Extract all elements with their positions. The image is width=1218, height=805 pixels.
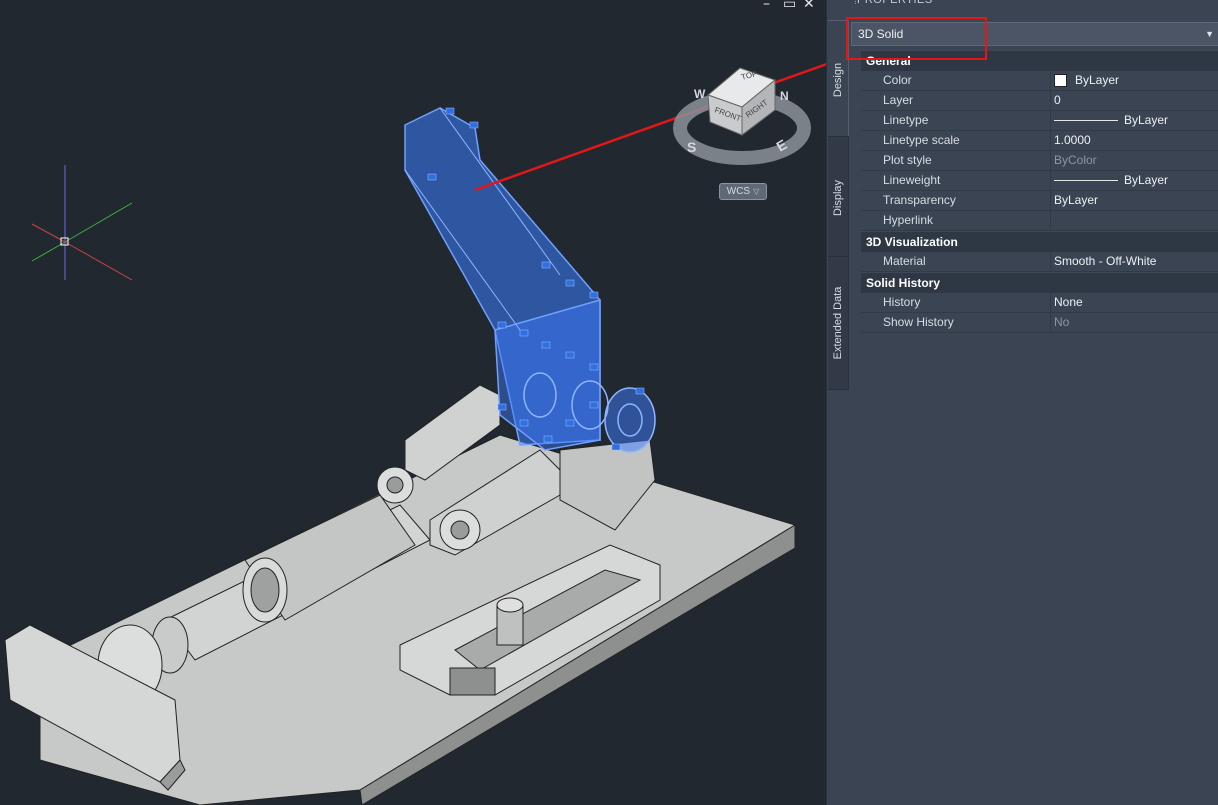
prop-value-color[interactable]: ByLayer: [1051, 71, 1218, 90]
prop-label: Material: [861, 252, 1051, 271]
prop-value-linetype-scale[interactable]: 1.0000: [1051, 131, 1218, 150]
category-3d-visualization[interactable]: 3D Visualization: [861, 231, 1218, 252]
prop-row-transparency[interactable]: Transparency ByLayer: [861, 191, 1218, 211]
compass-north[interactable]: N: [780, 89, 789, 103]
prop-label: Plot style: [861, 151, 1051, 170]
prop-value-transparency[interactable]: ByLayer: [1051, 191, 1218, 210]
dropdown-arrow-icon[interactable]: ▼: [1205, 23, 1214, 45]
prop-value-linetype[interactable]: ByLayer: [1051, 111, 1218, 130]
properties-palette: ⁞ PROPERTIES Design Display Extended Dat…: [826, 0, 1218, 805]
prop-row-lineweight[interactable]: Lineweight ByLayer: [861, 171, 1218, 191]
palette-tabs: Design Display Extended Data: [827, 12, 849, 432]
line-sample-icon: [1054, 180, 1118, 181]
tab-design[interactable]: Design: [828, 20, 849, 140]
prop-value-plot-style: ByColor: [1051, 151, 1218, 170]
color-swatch-icon: [1054, 74, 1067, 87]
prop-row-plot-style[interactable]: Plot style ByColor: [861, 151, 1218, 171]
object-type-value: 3D Solid: [858, 27, 904, 41]
prop-label: History: [861, 293, 1051, 312]
prop-row-material[interactable]: Material Smooth - Off-White: [861, 252, 1218, 272]
tab-display[interactable]: Display: [828, 136, 849, 260]
selected-handle-solid[interactable]: [404, 107, 656, 453]
prop-row-linetype[interactable]: Linetype ByLayer: [861, 111, 1218, 131]
prop-value-lineweight[interactable]: ByLayer: [1051, 171, 1218, 190]
prop-label: Lineweight: [861, 171, 1051, 190]
tab-extended-data[interactable]: Extended Data: [828, 256, 849, 390]
category-solid-history[interactable]: Solid History: [861, 272, 1218, 293]
ucs-icon: [31, 165, 133, 281]
prop-label: Transparency: [861, 191, 1051, 210]
prop-label: Color: [861, 71, 1051, 90]
prop-value-layer[interactable]: 0: [1051, 91, 1218, 110]
prop-value-history[interactable]: None: [1051, 293, 1218, 312]
wcs-label: WCS: [726, 186, 751, 197]
prop-label: Layer: [861, 91, 1051, 110]
prop-label: Show History: [861, 313, 1051, 332]
model-viewport[interactable]: TOP FRONT RIGHT S E W N – ▭ ✕ WCS ▽: [0, 0, 826, 805]
prop-value-hyperlink[interactable]: [1051, 211, 1218, 230]
prop-label: Hyperlink: [861, 211, 1051, 230]
prop-value-show-history: No: [1051, 313, 1218, 332]
minimize-icon[interactable]: –: [763, 0, 770, 12]
viewcube[interactable]: TOP FRONT RIGHT S E W N: [673, 67, 811, 165]
property-grid: General Color ByLayer Layer 0 Linetype ByLa…: [861, 50, 1218, 333]
category-general[interactable]: General: [861, 50, 1218, 71]
restore-icon[interactable]: ▭: [783, 0, 796, 12]
wcs-caret-icon: ▽: [753, 187, 760, 196]
prop-value-material[interactable]: Smooth - Off-White: [1051, 252, 1218, 271]
prop-label: Linetype scale: [861, 131, 1051, 150]
prop-row-layer[interactable]: Layer 0: [861, 91, 1218, 111]
prop-label: Linetype: [861, 111, 1051, 130]
compass-west[interactable]: W: [694, 87, 706, 101]
prop-row-linetype-scale[interactable]: Linetype scale 1.0000: [861, 131, 1218, 151]
compass-south[interactable]: S: [687, 139, 696, 155]
wcs-menu[interactable]: WCS ▽: [719, 183, 767, 200]
prop-row-color[interactable]: Color ByLayer: [861, 71, 1218, 91]
object-type-dropdown[interactable]: 3D Solid ▼: [851, 22, 1218, 46]
prop-row-history[interactable]: History None: [861, 293, 1218, 313]
line-sample-icon: [1054, 120, 1118, 121]
prop-row-show-history[interactable]: Show History No: [861, 313, 1218, 333]
close-icon[interactable]: ✕: [803, 0, 815, 12]
prop-row-hyperlink[interactable]: Hyperlink: [861, 211, 1218, 231]
palette-title: PROPERTIES: [857, 0, 933, 6]
3d-model-canvas[interactable]: TOP FRONT RIGHT S E W N: [0, 0, 826, 805]
annotation-arrow: [474, 62, 826, 192]
